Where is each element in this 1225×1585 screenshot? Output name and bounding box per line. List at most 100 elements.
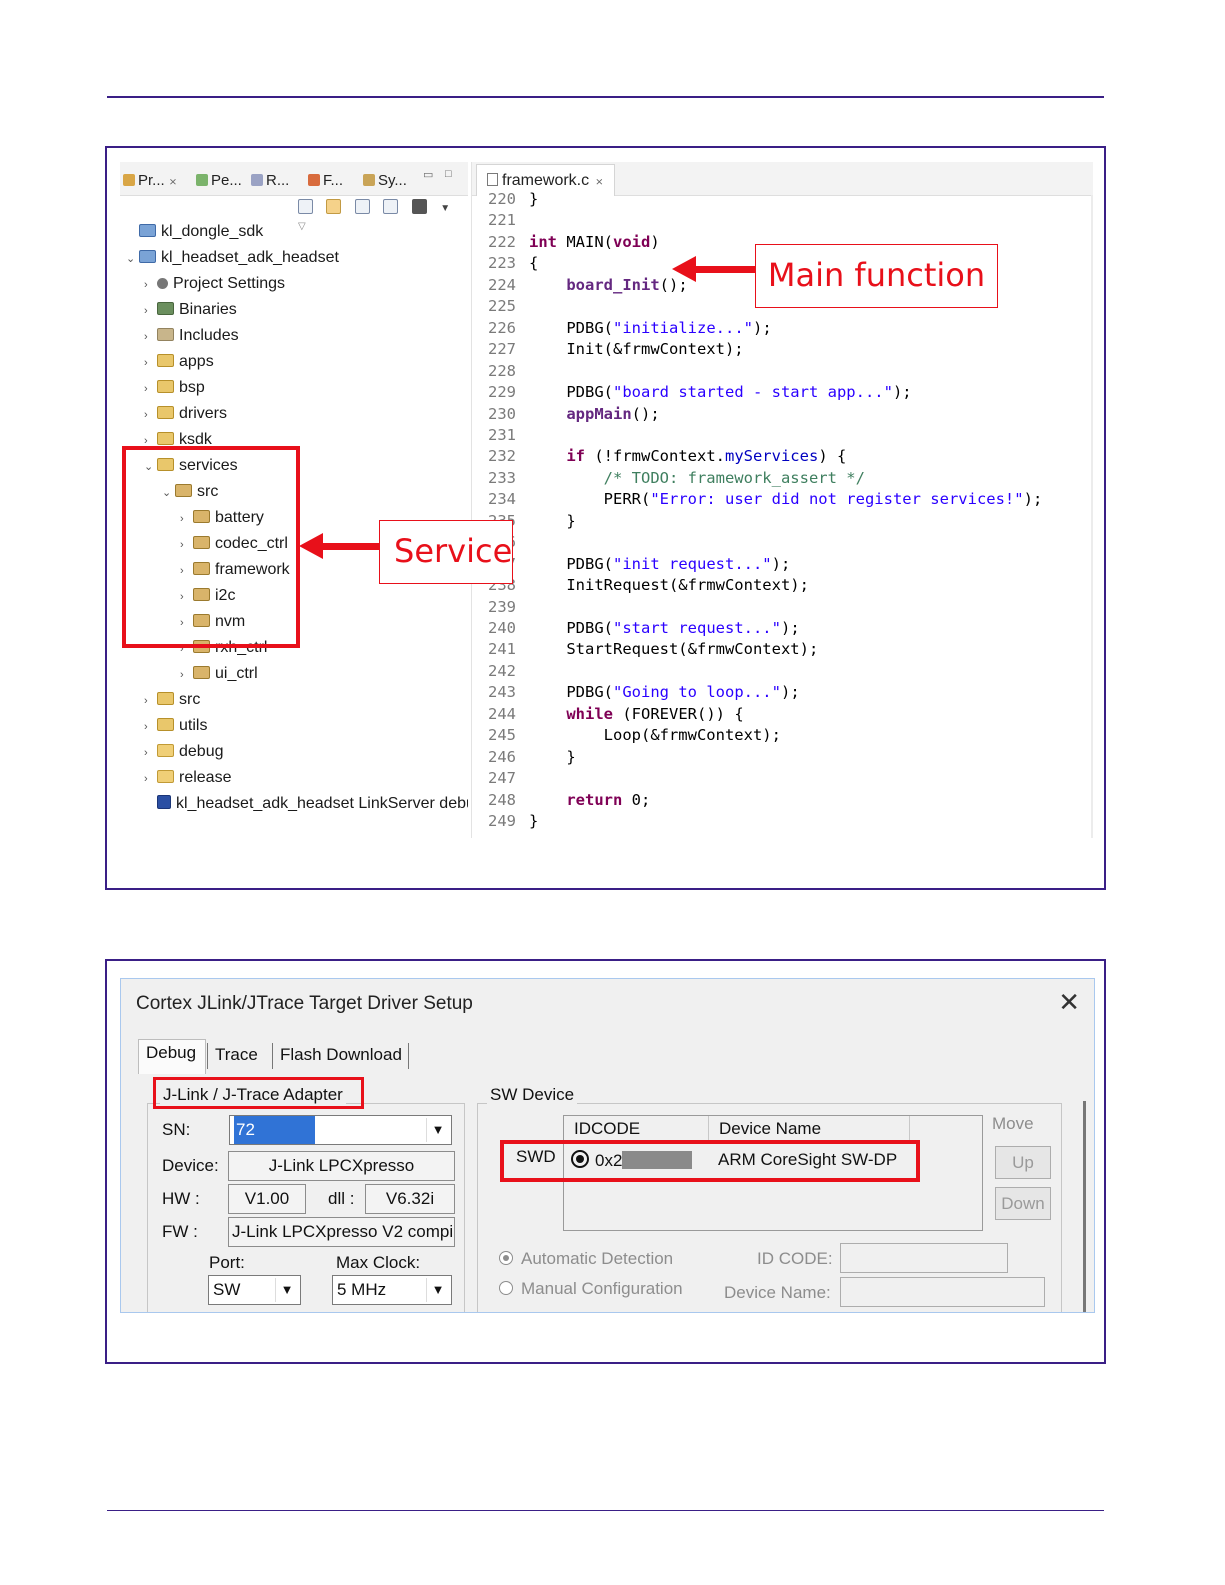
- tree-item[interactable]: › src: [144, 688, 200, 712]
- down-button[interactable]: Down: [995, 1187, 1051, 1220]
- stop-icon[interactable]: [411, 199, 427, 215]
- line-number: 243: [488, 683, 516, 702]
- registers-icon: [251, 174, 263, 186]
- faults-icon: [308, 174, 320, 186]
- chevron-down-icon[interactable]: ▼: [426, 1118, 449, 1142]
- chevron-down-icon[interactable]: ▼: [426, 1278, 449, 1302]
- device-name-label: Device Name:: [724, 1283, 831, 1302]
- code-text: Init(&frmwContext);: [529, 340, 744, 359]
- column-device-name[interactable]: Device Name: [709, 1116, 910, 1142]
- tree-item[interactable]: › drivers: [144, 402, 227, 426]
- id-code-field[interactable]: [840, 1243, 1008, 1273]
- link-editor-icon[interactable]: [326, 199, 342, 215]
- tree-item-label: Includes: [179, 327, 239, 344]
- device-field: J-Link LPCXpresso: [228, 1151, 455, 1181]
- tab-debug[interactable]: Debug: [146, 1043, 196, 1063]
- code-text: InitRequest(&frmwContext);: [529, 576, 809, 595]
- folder-icon: [193, 666, 210, 679]
- tree-item[interactable]: › ui_ctrl: [180, 662, 258, 686]
- up-button[interactable]: Up: [995, 1146, 1051, 1179]
- tab-flash-download[interactable]: Flash Download: [280, 1045, 402, 1065]
- tree-item[interactable]: › debug: [144, 740, 224, 764]
- port-select[interactable]: SW ▼: [208, 1275, 301, 1305]
- folder-icon: [157, 718, 174, 731]
- tab-separator: [272, 1043, 273, 1069]
- automatic-detection-radio[interactable]: Automatic Detection: [499, 1249, 673, 1269]
- sn-select[interactable]: 72 ▼: [229, 1115, 452, 1145]
- minimize-icon[interactable]: ▭: [423, 168, 433, 181]
- code-text: }: [529, 511, 576, 530]
- device-label: Device:: [162, 1156, 219, 1175]
- line-number: 239: [488, 597, 516, 616]
- tab-trace[interactable]: Trace: [215, 1045, 258, 1065]
- collapsed-chevron-icon[interactable]: ›: [144, 767, 157, 791]
- max-clock-select[interactable]: 5 MHz ▼: [332, 1275, 452, 1305]
- expanded-chevron-icon[interactable]: ⌄: [126, 247, 139, 271]
- line-number: 246: [488, 747, 516, 766]
- line-number: 228: [488, 361, 516, 380]
- folder-icon: [157, 278, 168, 289]
- line-number: 222: [488, 232, 516, 251]
- tree-item[interactable]: › release: [144, 766, 231, 790]
- tree-item[interactable]: › apps: [144, 350, 214, 374]
- collapse-all-icon[interactable]: [298, 199, 313, 215]
- collapsed-chevron-icon[interactable]: ›: [180, 663, 193, 687]
- tree-item[interactable]: kl_dongle_sdk: [126, 220, 263, 244]
- tree-item[interactable]: › Binaries: [144, 298, 237, 322]
- code-text: PDBG("initialize...");: [529, 318, 772, 337]
- line-number: 230: [488, 404, 516, 423]
- tree-item[interactable]: › bsp: [144, 376, 205, 400]
- services-highlight-box: [122, 446, 300, 648]
- folder-icon: [157, 302, 174, 315]
- collapsed-chevron-icon[interactable]: ›: [144, 351, 157, 375]
- line-number: 224: [488, 275, 516, 294]
- tree-item[interactable]: › Includes: [144, 324, 239, 348]
- view-tab-symbols[interactable]: Sy...: [363, 172, 407, 189]
- code-text: board_Init();: [566, 275, 688, 294]
- column-idcode[interactable]: IDCODE: [564, 1116, 709, 1142]
- view-tab-registers[interactable]: R...: [251, 172, 289, 189]
- folder-icon: [157, 692, 174, 705]
- chevron-down-icon[interactable]: ▼: [275, 1278, 298, 1302]
- collapsed-chevron-icon[interactable]: ›: [144, 299, 157, 323]
- collapsed-chevron-icon[interactable]: ›: [144, 403, 157, 427]
- editor-scroll-edge[interactable]: [1091, 195, 1093, 838]
- tree-item[interactable]: › utils: [144, 714, 207, 738]
- tree-item[interactable]: ⌄ kl_headset_adk_headset: [126, 246, 339, 270]
- view-tab-faults[interactable]: F...: [308, 172, 343, 189]
- tree-item[interactable]: kl_headset_adk_headset LinkServer debu: [144, 792, 468, 816]
- tree-item[interactable]: › Project Settings: [144, 272, 285, 296]
- view-tab-peripherals[interactable]: Pe...: [196, 172, 242, 189]
- tree-item-label: debug: [179, 743, 224, 760]
- chevron-down-icon[interactable]: ▼: [440, 203, 450, 214]
- view-menu-icon[interactable]: ▽: [298, 221, 306, 232]
- service-arrowhead: [299, 533, 323, 559]
- main-function-callout: Main function: [755, 244, 998, 308]
- tree-item-label: Project Settings: [173, 275, 286, 292]
- explorer-toolbar: ▼ ▽: [298, 198, 468, 232]
- fw-label: FW :: [162, 1222, 198, 1241]
- expand-icon[interactable]: [354, 199, 370, 215]
- folder-icon: [157, 354, 174, 367]
- view-tab-project[interactable]: Pr... ⨯: [123, 172, 177, 189]
- collapsed-chevron-icon[interactable]: ›: [144, 273, 157, 297]
- radio-icon: [499, 1251, 513, 1265]
- tree-item-label: kl_dongle_sdk: [161, 223, 264, 240]
- code-text: if (!frmwContext.myServices) {: [566, 447, 847, 466]
- collapsed-chevron-icon[interactable]: ›: [144, 741, 157, 765]
- collapsed-chevron-icon[interactable]: ›: [144, 325, 157, 349]
- collapsed-chevron-icon[interactable]: ›: [144, 377, 157, 401]
- collapsed-chevron-icon[interactable]: ›: [144, 715, 157, 739]
- symbols-icon: [363, 174, 375, 186]
- close-icon[interactable]: ✕: [1058, 987, 1080, 1018]
- code-text: {: [529, 254, 539, 273]
- code-text: while (FOREVER()) {: [566, 704, 744, 723]
- line-number: 234: [488, 490, 516, 509]
- device-name-field[interactable]: [840, 1277, 1045, 1307]
- filter-icon[interactable]: [383, 199, 399, 215]
- collapsed-chevron-icon[interactable]: ›: [144, 689, 157, 713]
- manual-configuration-radio[interactable]: Manual Configuration: [499, 1279, 683, 1299]
- maximize-icon[interactable]: □: [445, 168, 452, 180]
- fw-field: J-Link LPCXpresso V2 compile: [228, 1217, 455, 1247]
- service-callout: Service: [379, 520, 513, 584]
